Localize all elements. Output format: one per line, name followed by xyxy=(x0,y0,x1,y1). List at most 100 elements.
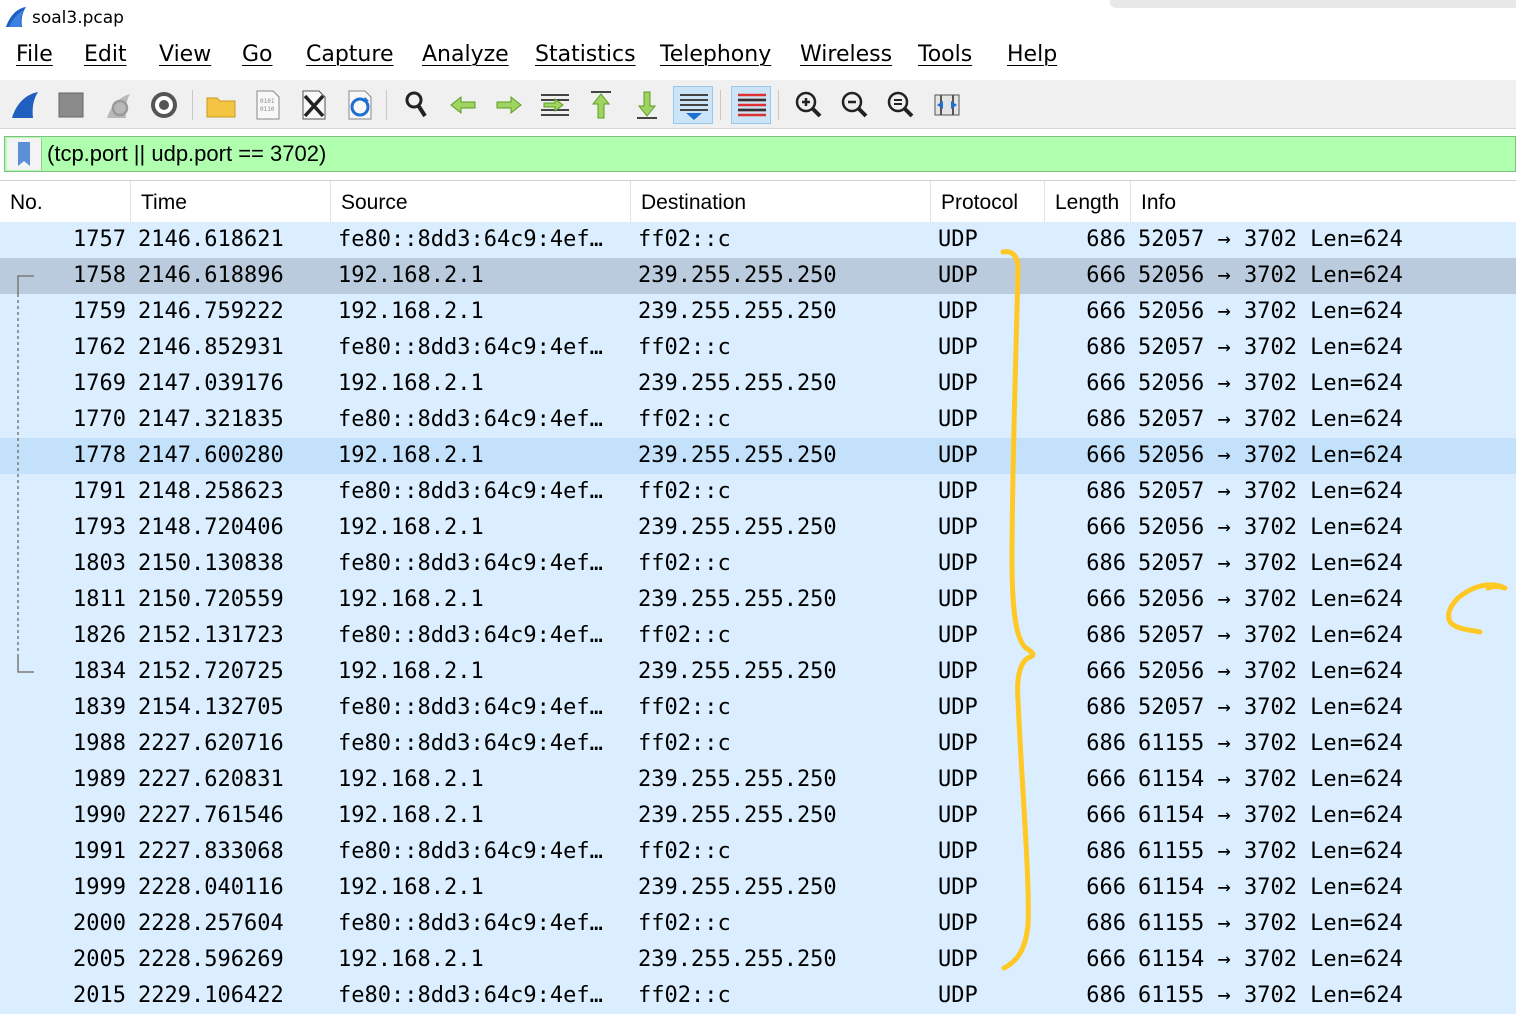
packet-row[interactable]: 1811 2150.720559 192.168.2.1 239.255.255.25… xyxy=(0,582,1516,618)
menu-telephony[interactable]: Telephony xyxy=(660,42,771,67)
packet-row[interactable]: 1793 2148.720406 192.168.2.1 239.255.255.25… xyxy=(0,510,1516,546)
packet-protocol: UDP xyxy=(938,227,978,252)
packet-no: 1769 xyxy=(73,371,126,396)
packet-protocol: UDP xyxy=(938,803,978,828)
packet-row[interactable]: 1834 2152.720725 192.168.2.1 239.255.255.25… xyxy=(0,654,1516,690)
start-capture-icon[interactable] xyxy=(4,86,44,124)
packet-time: 2152.131723 xyxy=(138,623,284,648)
go-last-packet-icon[interactable] xyxy=(627,86,667,124)
stop-capture-icon[interactable] xyxy=(51,86,91,124)
packet-row[interactable]: 1989 2227.620831 192.168.2.1 239.255.255.25… xyxy=(0,762,1516,798)
packet-destination: 239.255.255.250 xyxy=(638,767,837,792)
go-back-icon[interactable] xyxy=(443,86,483,124)
packet-row[interactable]: 1803 2150.130838 fe80::8dd3:64c9:4ef… ff02:… xyxy=(0,546,1516,582)
packet-row[interactable]: 1991 2227.833068 fe80::8dd3:64c9:4ef… ff02:… xyxy=(0,834,1516,870)
go-forward-icon[interactable] xyxy=(489,86,529,124)
column-header-destination[interactable]: Destination xyxy=(631,181,931,225)
packet-destination: ff02::c xyxy=(638,551,731,576)
colorize-icon[interactable] xyxy=(731,86,771,124)
packet-row[interactable]: 1990 2227.761546 192.168.2.1 239.255.255.25… xyxy=(0,798,1516,834)
packet-row[interactable]: 1791 2148.258623 fe80::8dd3:64c9:4ef… ff02:… xyxy=(0,474,1516,510)
packet-info: 52057 → 3702 Len=624 xyxy=(1138,227,1403,252)
packet-info: 52056 → 3702 Len=624 xyxy=(1138,515,1403,540)
packet-source: fe80::8dd3:64c9:4ef… xyxy=(338,407,603,432)
packet-row[interactable]: 1778 2147.600280 192.168.2.1 239.255.255.25… xyxy=(0,438,1516,474)
packet-row[interactable]: 2000 2228.257604 fe80::8dd3:64c9:4ef… ff02:… xyxy=(0,906,1516,942)
packet-source: 192.168.2.1 xyxy=(338,587,484,612)
packet-row[interactable]: 1757 2146.618621 fe80::8dd3:64c9:4ef… ff02:… xyxy=(0,222,1516,258)
packet-length: 666 xyxy=(1086,443,1126,468)
menu-wireless[interactable]: Wireless xyxy=(800,42,892,67)
packet-time: 2148.720406 xyxy=(138,515,284,540)
packet-length: 666 xyxy=(1086,875,1126,900)
packet-info: 52057 → 3702 Len=624 xyxy=(1138,551,1403,576)
packet-protocol: UDP xyxy=(938,407,978,432)
packet-info: 61155 → 3702 Len=624 xyxy=(1138,983,1403,1008)
packet-row[interactable]: 1999 2228.040116 192.168.2.1 239.255.255.25… xyxy=(0,870,1516,906)
menu-tools[interactable]: Tools xyxy=(918,42,972,67)
menu-edit[interactable]: Edit xyxy=(84,42,127,67)
packet-protocol: UDP xyxy=(938,263,978,288)
auto-scroll-icon[interactable] xyxy=(673,86,713,124)
menu-capture[interactable]: Capture xyxy=(306,42,393,67)
packet-time: 2150.130838 xyxy=(138,551,284,576)
packet-info: 52057 → 3702 Len=624 xyxy=(1138,695,1403,720)
packet-row[interactable]: 1758 2146.618896 192.168.2.1 239.255.255.25… xyxy=(0,258,1516,294)
close-file-icon[interactable] xyxy=(293,86,333,124)
menu-go[interactable]: Go xyxy=(242,42,273,67)
packet-source: 192.168.2.1 xyxy=(338,371,484,396)
packet-length: 686 xyxy=(1086,551,1126,576)
filter-bookmark-button[interactable] xyxy=(7,138,42,170)
packet-length: 666 xyxy=(1086,263,1126,288)
zoom-out-icon[interactable] xyxy=(835,86,875,124)
packet-row[interactable]: 1826 2152.131723 fe80::8dd3:64c9:4ef… ff02:… xyxy=(0,618,1516,654)
display-filter-input[interactable] xyxy=(47,137,1487,171)
packet-row[interactable]: 1770 2147.321835 fe80::8dd3:64c9:4ef… ff02:… xyxy=(0,402,1516,438)
packet-row[interactable]: 1762 2146.852931 fe80::8dd3:64c9:4ef… ff02:… xyxy=(0,330,1516,366)
packet-no: 1759 xyxy=(73,299,126,324)
packet-destination: 239.255.255.250 xyxy=(638,443,837,468)
packet-source: fe80::8dd3:64c9:4ef… xyxy=(338,335,603,360)
packet-row[interactable]: 1839 2154.132705 fe80::8dd3:64c9:4ef… ff02:… xyxy=(0,690,1516,726)
packet-source: fe80::8dd3:64c9:4ef… xyxy=(338,479,603,504)
packet-info: 52057 → 3702 Len=624 xyxy=(1138,623,1403,648)
packet-row[interactable]: 1988 2227.620716 fe80::8dd3:64c9:4ef… ff02:… xyxy=(0,726,1516,762)
find-packet-icon[interactable] xyxy=(397,86,437,124)
capture-options-icon[interactable] xyxy=(144,86,184,124)
packet-length: 666 xyxy=(1086,299,1126,324)
packet-time: 2228.596269 xyxy=(138,947,284,972)
menu-view[interactable]: View xyxy=(159,42,211,67)
packet-time: 2154.132705 xyxy=(138,695,284,720)
column-header-info[interactable]: Info xyxy=(1131,181,1516,225)
menu-file[interactable]: File xyxy=(16,42,53,67)
packet-source: fe80::8dd3:64c9:4ef… xyxy=(338,911,603,936)
menu-analyze[interactable]: Analyze xyxy=(422,42,509,67)
column-header-no[interactable]: No. xyxy=(0,181,131,225)
restart-capture-icon[interactable] xyxy=(98,86,138,124)
reload-file-icon[interactable] xyxy=(339,86,379,124)
column-header-time[interactable]: Time xyxy=(131,181,331,225)
packet-row[interactable]: 2005 2228.596269 192.168.2.1 239.255.255.25… xyxy=(0,942,1516,978)
save-file-icon[interactable]: 0101 0110 xyxy=(247,86,287,124)
normal-size-icon[interactable] xyxy=(881,86,921,124)
column-header-source[interactable]: Source xyxy=(331,181,631,225)
packet-row[interactable]: 1759 2146.759222 192.168.2.1 239.255.255.25… xyxy=(0,294,1516,330)
menu-help[interactable]: Help xyxy=(1007,42,1057,67)
packet-info: 61155 → 3702 Len=624 xyxy=(1138,731,1403,756)
go-first-packet-icon[interactable] xyxy=(581,86,621,124)
packet-length: 686 xyxy=(1086,335,1126,360)
packet-destination: ff02::c xyxy=(638,479,731,504)
menu-statistics[interactable]: Statistics xyxy=(535,42,636,67)
packet-row[interactable]: 1769 2147.039176 192.168.2.1 239.255.255.25… xyxy=(0,366,1516,402)
packet-row[interactable]: 2015 2229.106422 fe80::8dd3:64c9:4ef… ff02:… xyxy=(0,978,1516,1014)
go-to-packet-icon[interactable] xyxy=(535,86,575,124)
packet-no: 1778 xyxy=(73,443,126,468)
column-header-protocol[interactable]: Protocol xyxy=(931,181,1045,225)
packet-time: 2146.852931 xyxy=(138,335,284,360)
open-file-icon[interactable] xyxy=(201,86,241,124)
packet-no: 1989 xyxy=(73,767,126,792)
resize-columns-icon[interactable] xyxy=(927,86,967,124)
zoom-in-icon[interactable] xyxy=(789,86,829,124)
column-header-length[interactable]: Length xyxy=(1045,181,1131,225)
packet-protocol: UDP xyxy=(938,479,978,504)
